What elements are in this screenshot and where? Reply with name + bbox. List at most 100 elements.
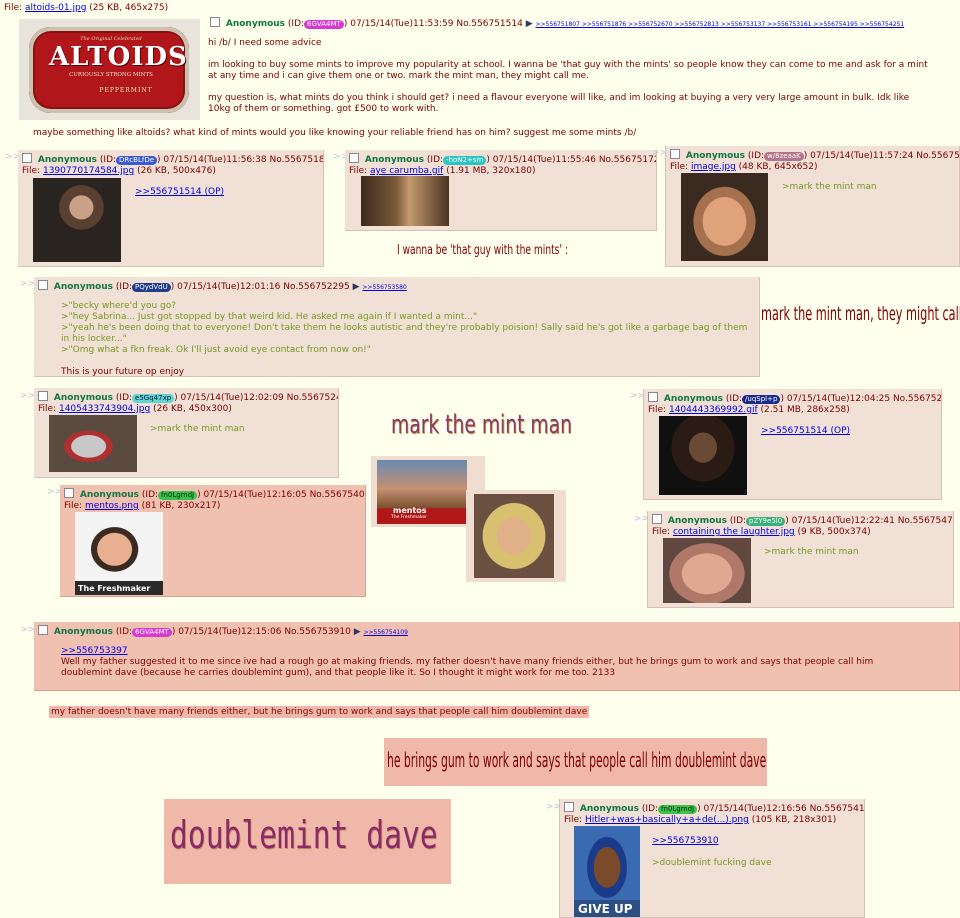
post-checkbox[interactable]: [64, 488, 74, 498]
file-label: File:: [64, 501, 83, 511]
post-number[interactable]: No.556751807: [270, 155, 323, 165]
post-text: Well my father suggested it to me since …: [61, 657, 874, 678]
post-number[interactable]: No.556754014: [310, 490, 365, 500]
post-number[interactable]: No.556753910: [284, 627, 350, 637]
file-link[interactable]: 1390770174584.jpg: [43, 166, 134, 176]
post-thumbnail[interactable]: [663, 538, 751, 603]
post-number[interactable]: No.556752670: [893, 394, 941, 404]
post-thumbnail[interactable]: [659, 416, 747, 495]
altoids-flavor-text: PEPPERMINT: [99, 87, 153, 94]
post-checkbox[interactable]: [670, 149, 680, 159]
poster-id[interactable]: e5Gq47xp: [132, 394, 175, 403]
post-checkbox[interactable]: [652, 514, 662, 524]
greentext: >mark the mint man: [150, 424, 245, 434]
file-label: File:: [349, 166, 368, 176]
post-number[interactable]: No.556754775: [898, 516, 953, 526]
post-text: This is your future op enjoy: [61, 367, 185, 377]
quote-link[interactable]: >>556751514 (OP): [135, 187, 224, 197]
post-thumbnail[interactable]: [49, 415, 137, 472]
id-label: (ID:: [729, 516, 747, 526]
poster-id[interactable]: -hoN2+sm: [443, 156, 487, 165]
post-thumbnail[interactable]: [33, 178, 121, 262]
id-label: (ID:: [641, 804, 659, 814]
caption-overlay: I wanna be 'that guy with the mints' :: [397, 243, 568, 258]
image-caption: The Freshmaker: [78, 584, 151, 593]
file-meta: (1.91 MB, 320x180): [446, 166, 536, 176]
op-paragraph: maybe something like altoids? what kind …: [33, 128, 637, 138]
op-file-info: File: altoids-01.jpg (25 KB, 465x275): [4, 3, 168, 14]
post-menu-arrow[interactable]: ▶: [526, 19, 533, 29]
post-menu-arrow[interactable]: ▶: [353, 282, 360, 292]
reply-post: Anonymous (ID: -hoN2+sm) 07/15/14(Tue)11:…: [345, 150, 657, 231]
file-link[interactable]: containing the laughter.jpg: [673, 527, 795, 537]
post-body: >"becky where'd you go? >"hey Sabrina...…: [61, 301, 751, 377]
file-link[interactable]: 1405433743904.jpg: [59, 404, 150, 414]
post-checkbox[interactable]: [564, 802, 574, 812]
poster-id[interactable]: pZY9e5l0: [746, 517, 786, 526]
caption-box: he brings gum to work and says that peop…: [384, 738, 767, 786]
op-backlinks[interactable]: >>556751807 >>556751876 >>556752670 >>55…: [536, 21, 905, 28]
post-number[interactable]: No.556752405: [287, 393, 338, 403]
file-label: File:: [564, 815, 583, 825]
poster-id[interactable]: 6GVA4MT: [304, 20, 344, 29]
quote-link[interactable]: >>556753397: [61, 646, 921, 657]
file-meta: (26 KB, 500x476): [137, 166, 216, 176]
file-meta: (81 KB, 230x217): [141, 501, 221, 511]
blond-guy-image: [466, 490, 566, 582]
op-paragraph: im looking to buy some mints to improve …: [208, 60, 928, 81]
op-file-link[interactable]: altoids-01.jpg: [25, 3, 86, 13]
post-checkbox[interactable]: [38, 280, 48, 290]
post-datetime: 07/15/14(Tue)11:55:46: [492, 155, 596, 165]
post-number[interactable]: No.556751889: [916, 151, 959, 161]
post-menu-arrow[interactable]: ▶: [354, 627, 361, 637]
file-label: File:: [652, 527, 671, 537]
quote-link[interactable]: >>556753910: [652, 836, 719, 846]
file-meta: (48 KB, 645x652): [738, 162, 818, 172]
poster-id[interactable]: fn0LgmdJ: [158, 491, 198, 500]
backlink[interactable]: >>556754109: [363, 629, 407, 636]
poster-id[interactable]: 6GVA4MT: [132, 628, 172, 637]
greentext: >"becky where'd you go?: [61, 301, 177, 311]
file-link[interactable]: image.jpg: [691, 162, 736, 172]
post-number[interactable]: No.556751514: [456, 19, 522, 29]
greentext: >mark the mint man: [764, 547, 859, 557]
post-number[interactable]: No.556752295: [283, 282, 349, 292]
greentext: >mark the mint man: [782, 182, 877, 192]
post-thumbnail[interactable]: [361, 176, 449, 226]
id-label: (ID:: [141, 490, 159, 500]
op-paragraph: my question is, what mints do you think …: [208, 93, 910, 114]
greentext: >"yeah he's been doing that to everyone!…: [61, 323, 748, 344]
poster-id[interactable]: DRcBLfDe: [116, 156, 158, 165]
file-link[interactable]: mentos.png: [85, 501, 139, 511]
poster-id[interactable]: fn0LgmdJ: [658, 805, 698, 814]
file-label: File:: [22, 166, 41, 176]
post-number[interactable]: No.556754109: [810, 804, 864, 814]
post-checkbox[interactable]: [22, 153, 32, 163]
post-checkbox[interactable]: [38, 625, 48, 635]
post-thumbnail[interactable]: GIVE UP: [574, 826, 640, 917]
file-link[interactable]: aye carumba.gif: [370, 166, 443, 176]
op-checkbox[interactable]: [210, 17, 220, 27]
post-thumbnail[interactable]: [681, 173, 768, 261]
file-label: File:: [38, 404, 57, 414]
post-datetime: 07/15/14(Tue)12:15:06: [178, 627, 282, 637]
id-label: (ID:: [115, 282, 133, 292]
poster-id[interactable]: w/8zeaaK: [764, 152, 804, 161]
file-meta: (26 KB, 450x300): [153, 404, 232, 414]
poster-name: Anonymous: [667, 516, 728, 526]
file-link[interactable]: Hitler+was+basically+a+de(...).png: [585, 815, 749, 825]
poster-id[interactable]: PQydVdU: [132, 283, 171, 292]
post-number[interactable]: No.556751724: [599, 155, 656, 165]
post-checkbox[interactable]: [38, 391, 48, 401]
greentext: >"Omg what a fkn freak. Ok I'll just avo…: [61, 345, 371, 355]
op-thumbnail[interactable]: The Original Celebrated ALTOIDS CURIOUSL…: [19, 19, 200, 120]
poster-id[interactable]: /uqSpl+p: [742, 395, 781, 404]
backlink[interactable]: >>556753580: [362, 284, 406, 291]
poster-name: Anonymous: [53, 393, 114, 403]
quote-link[interactable]: >>556751514 (OP): [761, 426, 850, 436]
file-link[interactable]: 1404443369992.gif: [669, 405, 758, 415]
post-thumbnail[interactable]: The Freshmaker: [75, 512, 163, 595]
post-checkbox[interactable]: [648, 392, 658, 402]
poster-name: Anonymous: [79, 490, 140, 500]
post-checkbox[interactable]: [349, 153, 359, 163]
